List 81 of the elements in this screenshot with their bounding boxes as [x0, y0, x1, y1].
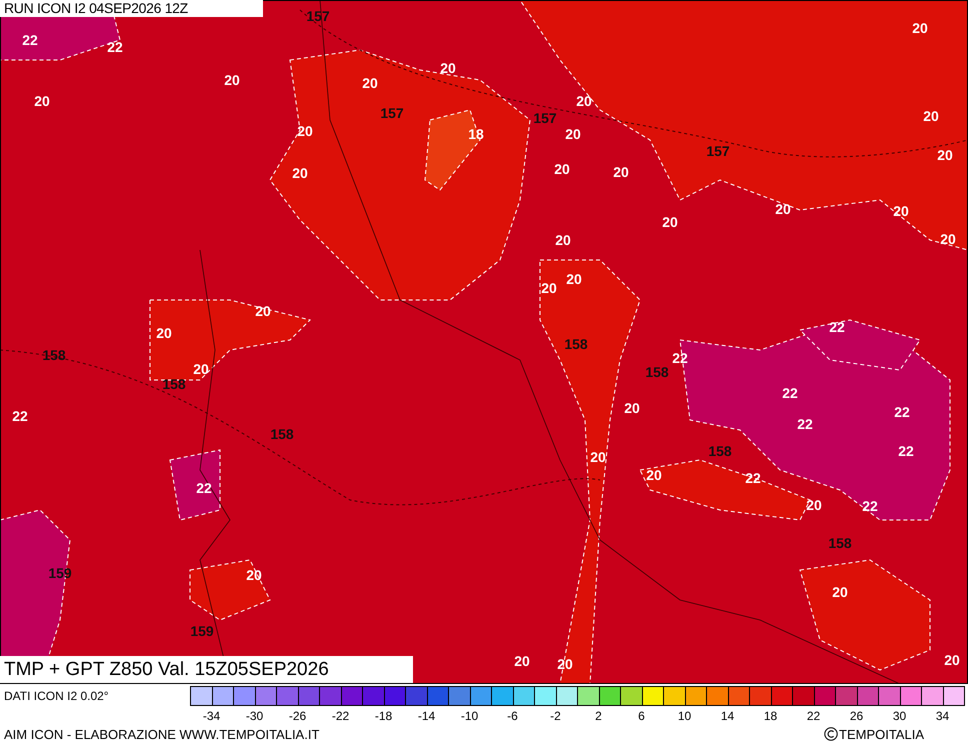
- contour-label: 20: [541, 281, 557, 295]
- contour-label: 158: [162, 377, 186, 391]
- contour-label: 22: [745, 471, 761, 485]
- contour-label: 20: [613, 165, 629, 179]
- contour-label: 20: [255, 304, 271, 318]
- contour-label: 22: [782, 386, 798, 400]
- scale-tick-label: 30: [892, 708, 908, 724]
- contour-label: 22: [898, 444, 914, 458]
- contour-label: 20: [224, 73, 240, 87]
- contour-label: 20: [557, 657, 573, 671]
- scale-tick-label: 22: [806, 708, 822, 724]
- contour-label: 20: [34, 94, 50, 108]
- copyright-icon: [824, 727, 838, 741]
- scale-tick-label: -14: [416, 708, 436, 724]
- contour-label: 20: [566, 272, 582, 286]
- contour-label: 22: [22, 33, 38, 47]
- contour-label: 158: [42, 348, 66, 362]
- scale-tick-label: -22: [330, 708, 350, 724]
- contour-label: 158: [645, 365, 669, 379]
- contour-label: 20: [944, 653, 960, 667]
- contour-label: 20: [555, 233, 571, 247]
- scale-tick-label: 10: [676, 708, 692, 724]
- contour-label: 159: [190, 624, 214, 638]
- contour-label: 159: [48, 566, 72, 580]
- contour-label: 157: [380, 106, 404, 120]
- scale-tick-label: -6: [506, 708, 519, 724]
- contour-label: 158: [270, 427, 294, 441]
- scale-tick-label: 26: [848, 708, 864, 724]
- scale-tick-label: 18: [762, 708, 778, 724]
- field-title: TMP + GPT Z850 Val. 15Z05SEP2026: [0, 656, 413, 683]
- contour-label: 20: [440, 61, 456, 75]
- contour-label: 20: [646, 468, 662, 482]
- contour-label: 20: [940, 232, 956, 246]
- contour-label: 20: [923, 109, 939, 123]
- contour-label: 20: [937, 148, 953, 162]
- contour-label: 22: [797, 417, 813, 431]
- scale-tick-label: -18: [374, 708, 394, 724]
- contour-label: 20: [292, 166, 308, 180]
- contour-label: 22: [862, 499, 878, 513]
- contour-label: 20: [565, 127, 581, 141]
- credit-text: AIM ICON - ELABORAZIONE WWW.TEMPOITALIA.IT: [4, 726, 320, 742]
- contour-label: 20: [893, 204, 909, 218]
- contour-label: 157: [533, 111, 557, 125]
- contour-label: 20: [624, 401, 640, 415]
- copyright-text: TEMPOITALIA: [839, 726, 924, 742]
- contour-label: 20: [193, 362, 209, 376]
- scale-tick-label: -34: [202, 708, 222, 724]
- contour-label: 20: [554, 162, 570, 176]
- scale-tick-label: -26: [288, 708, 308, 724]
- contour-label: 22: [894, 405, 910, 419]
- scale-tick-label: 34: [934, 708, 950, 724]
- contour-label: 158: [828, 536, 852, 550]
- contour-label: 20: [590, 450, 606, 464]
- contour-label: 20: [514, 654, 530, 668]
- contour-label: 22: [196, 481, 212, 495]
- contour-label: 158: [708, 444, 732, 458]
- contour-label: 22: [672, 351, 688, 365]
- contour-label: 20: [806, 498, 822, 512]
- contour-label: 20: [662, 215, 678, 229]
- contour-label: 20: [156, 326, 172, 340]
- contour-label: 20: [832, 585, 848, 599]
- contour-label: 20: [775, 202, 791, 216]
- contour-label: 20: [297, 124, 313, 138]
- contour-label: 22: [12, 409, 28, 423]
- data-source-label: DATI ICON I2 0.02°: [3, 689, 110, 703]
- contour-label: 18: [468, 127, 484, 141]
- scale-tick-label: 2: [594, 708, 603, 724]
- contour-label: 157: [706, 144, 730, 158]
- scale-tick-label: 6: [637, 708, 646, 724]
- scale-tick-label: -10: [460, 708, 480, 724]
- scale-tick-label: 14: [720, 708, 736, 724]
- contour-label: 22: [829, 320, 845, 334]
- scale-tick-label: -2: [549, 708, 562, 724]
- contour-label: 20: [912, 21, 928, 35]
- contour-label: 22: [107, 40, 123, 54]
- contour-label: 20: [362, 76, 378, 90]
- contour-label: 158: [564, 337, 588, 351]
- run-title: RUN ICON I2 04SEP2026 12Z: [0, 0, 263, 17]
- contour-label: 20: [246, 568, 262, 582]
- scale-tick-label: -30: [244, 708, 264, 724]
- contour-label: 20: [576, 94, 592, 108]
